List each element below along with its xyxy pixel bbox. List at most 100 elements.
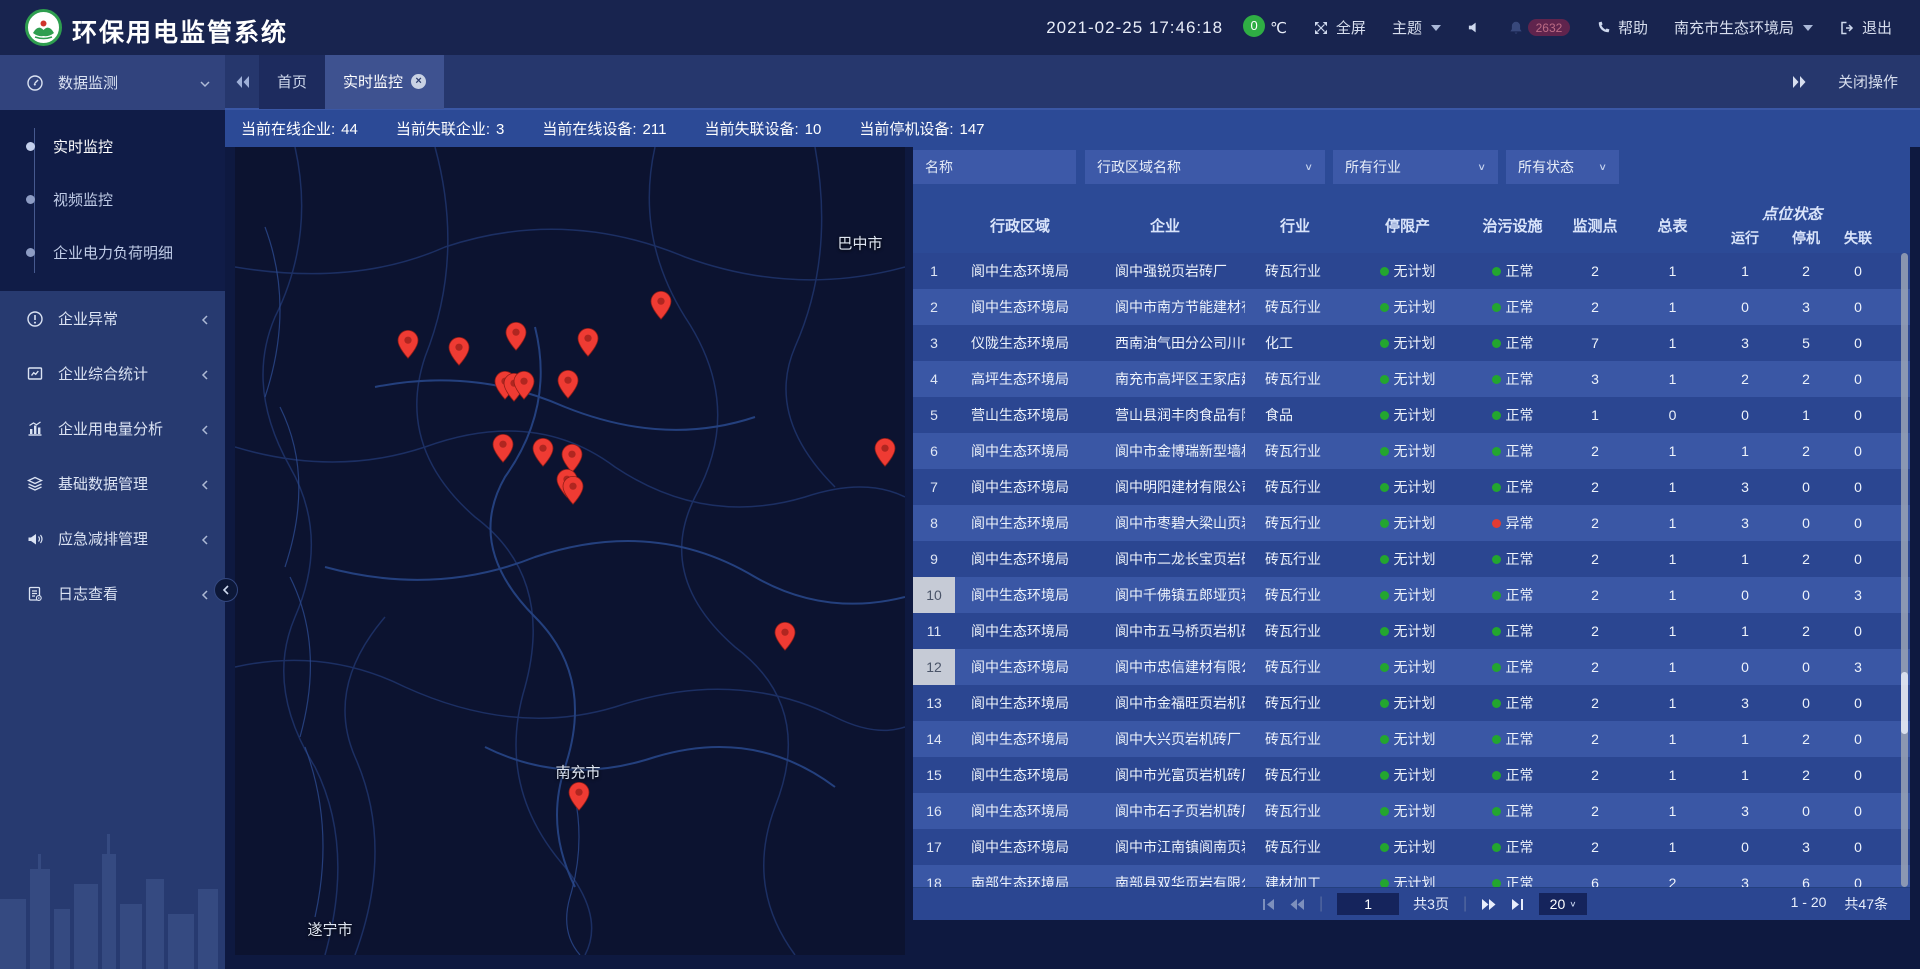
notifications-widget[interactable]: 2632 [1508,19,1570,36]
tabs-scroll-left-button[interactable] [225,75,259,89]
last-page-button[interactable] [1511,898,1525,911]
map-pin-icon[interactable] [513,371,535,401]
vertical-scrollbar[interactable] [1901,253,1908,887]
row-stop-cell: 3 [1780,299,1832,315]
status-dot-green-icon [1492,843,1501,852]
production-status-label: 无计划 [1394,549,1436,569]
temperature-badge: 0 [1243,15,1265,37]
bell-icon [1508,20,1524,36]
tab-home[interactable]: 首页 [259,54,325,109]
map-pin-icon[interactable] [397,330,419,360]
table-row[interactable]: 2阆中生态环境局阆中市南方节能建材有砖瓦行业无计划正常21030 [913,289,1910,325]
map-pin-icon[interactable] [448,337,470,367]
map-pin-icon[interactable] [505,322,527,352]
region-select[interactable]: 行政区域名称 ∨ [1085,150,1325,184]
name-search-field[interactable] [913,150,1076,184]
table-row[interactable]: 17阆中生态环境局阆中市江南镇阆南页岩砖瓦行业无计划正常21030 [913,829,1910,865]
page-size-select[interactable]: 20 ∨ [1539,893,1587,915]
table-row[interactable]: 7阆中生态环境局阆中明阳建材有限公司砖瓦行业无计划正常21300 [913,469,1910,505]
org-menu[interactable]: 南充市生态环境局 [1674,17,1813,38]
map-pin-icon[interactable] [562,476,584,506]
row-production-cell: 无计划 [1345,549,1470,569]
table-row[interactable]: 5营山生态环境局营山县润丰肉食品有限食品无计划正常10010 [913,397,1910,433]
tabs-scroll-right-button[interactable] [1782,75,1816,89]
map-pin-icon[interactable] [650,291,672,321]
table-row[interactable]: 10阆中生态环境局阆中千佛镇五郎垭页岩砖瓦行业无计划正常21003 [913,577,1910,613]
row-index-cell: 5 [913,397,955,433]
row-production-cell: 无计划 [1345,837,1470,857]
row-run-cell: 1 [1710,731,1780,747]
table-row[interactable]: 12阆中生态环境局阆中市忠信建材有限公砖瓦行业无计划正常21003 [913,649,1910,685]
map-pin-icon[interactable] [577,328,599,358]
map-pin-icon[interactable] [874,438,896,468]
table-row[interactable]: 14阆中生态环境局阆中大兴页岩机砖厂砖瓦行业无计划正常21120 [913,721,1910,757]
page-number-input[interactable]: 1 [1337,893,1399,915]
sidebar-group-日志查看[interactable]: 日志查看 [0,566,225,621]
scrollbar-thumb[interactable] [1901,672,1908,734]
stat-item: 当前在线设备:211 [542,118,666,139]
table-row[interactable]: 6阆中生态环境局阆中市金博瑞新型墙材砖瓦行业无计划正常21120 [913,433,1910,469]
sidebar-group-企业综合统计[interactable]: 企业综合统计 [0,346,225,401]
logout-button[interactable]: 退出 [1839,17,1892,38]
row-offline-cell: 0 [1832,551,1884,567]
map-panel[interactable]: 巴中市南充市遂宁市 [235,147,905,955]
previous-page-button[interactable] [1289,898,1305,911]
first-page-button[interactable] [1261,898,1275,911]
map-pin-icon[interactable] [492,434,514,464]
row-meters-cell: 1 [1635,371,1710,387]
submenu-dot-icon [26,195,35,204]
table-row[interactable]: 13阆中生态环境局阆中市金福旺页岩机砖砖瓦行业无计划正常21300 [913,685,1910,721]
sidebar-item-实时监控[interactable]: 实时监控 [0,120,225,173]
row-production-cell: 无计划 [1345,333,1470,353]
table-row[interactable]: 8阆中生态环境局阆中市枣碧大梁山页岩砖瓦行业无计划异常21300 [913,505,1910,541]
status-dot-green-icon [1492,375,1501,384]
tab-realtime-monitor[interactable]: 实时监控 × [325,54,444,109]
sidebar-item-视频监控[interactable]: 视频监控 [0,173,225,226]
sidebar-item-企业电力负荷明细[interactable]: 企业电力负荷明细 [0,226,225,279]
map-pin-icon[interactable] [568,782,590,812]
row-index-cell: 8 [913,505,955,541]
fullscreen-button[interactable]: 全屏 [1313,17,1366,38]
table-row[interactable]: 16阆中生态环境局阆中市石子页岩机砖厂砖瓦行业无计划正常21300 [913,793,1910,829]
next-page-button[interactable] [1481,898,1497,911]
sidebar-group-基础数据管理[interactable]: 基础数据管理 [0,456,225,511]
row-stop-cell: 0 [1780,803,1832,819]
name-search-input[interactable] [925,159,1064,175]
table-row[interactable]: 3仪陇生态环境局西南油气田分公司川中化工无计划正常71350 [913,325,1910,361]
help-button[interactable]: 帮助 [1596,17,1648,38]
sidebar-group-企业异常[interactable]: 企业异常 [0,291,225,346]
row-production-cell: 无计划 [1345,657,1470,677]
status-dot-green-icon [1380,771,1389,780]
close-operations-menu[interactable]: 关闭操作 [1838,71,1898,92]
table-row[interactable]: 1阆中生态环境局阆中强锐页岩砖厂砖瓦行业无计划正常21120 [913,253,1910,289]
facility-status-label: 正常 [1506,765,1534,785]
table-row[interactable]: 11阆中生态环境局阆中市五马桥页岩机砖砖瓦行业无计划正常21120 [913,613,1910,649]
sidebar-collapse-button[interactable] [214,578,238,602]
map-pin-icon[interactable] [557,370,579,400]
row-index-cell: 4 [913,361,955,397]
row-facility-cell: 正常 [1470,873,1555,887]
map-pin-icon[interactable] [774,622,796,652]
production-status-label: 无计划 [1394,621,1436,641]
row-meters-cell: 1 [1635,659,1710,675]
row-stop-cell: 2 [1780,731,1832,747]
tab-close-icon[interactable]: × [411,74,426,89]
sidebar-group-应急减排管理[interactable]: 应急减排管理 [0,511,225,566]
status-select[interactable]: 所有状态 ∨ [1506,150,1619,184]
status-dot-green-icon [1492,303,1501,312]
table-row[interactable]: 18南部生态环境局南部县双华页岩有限公建材加工无计划正常62360 [913,865,1910,887]
row-production-cell: 无计划 [1345,369,1470,389]
row-stop-cell: 2 [1780,263,1832,279]
sidebar-group-企业用电量分析[interactable]: 企业用电量分析 [0,401,225,456]
theme-menu[interactable]: 主题 [1392,17,1441,38]
table-row[interactable]: 4高坪生态环境局南充市高坪区王家店建砖瓦行业无计划正常31220 [913,361,1910,397]
row-run-cell: 1 [1710,443,1780,459]
sidebar-group-数据监测[interactable]: 数据监测 [0,55,225,110]
table-row[interactable]: 9阆中生态环境局阆中市二龙长宝页岩砖砖瓦行业无计划正常21120 [913,541,1910,577]
row-index-cell: 18 [913,865,955,887]
industry-select[interactable]: 所有行业 ∨ [1333,150,1498,184]
map-pin-icon[interactable] [532,438,554,468]
sound-button[interactable] [1467,20,1482,35]
row-industry-cell: 砖瓦行业 [1245,477,1345,497]
table-row[interactable]: 15阆中生态环境局阆中市光富页岩机砖厂砖瓦行业无计划正常21120 [913,757,1910,793]
